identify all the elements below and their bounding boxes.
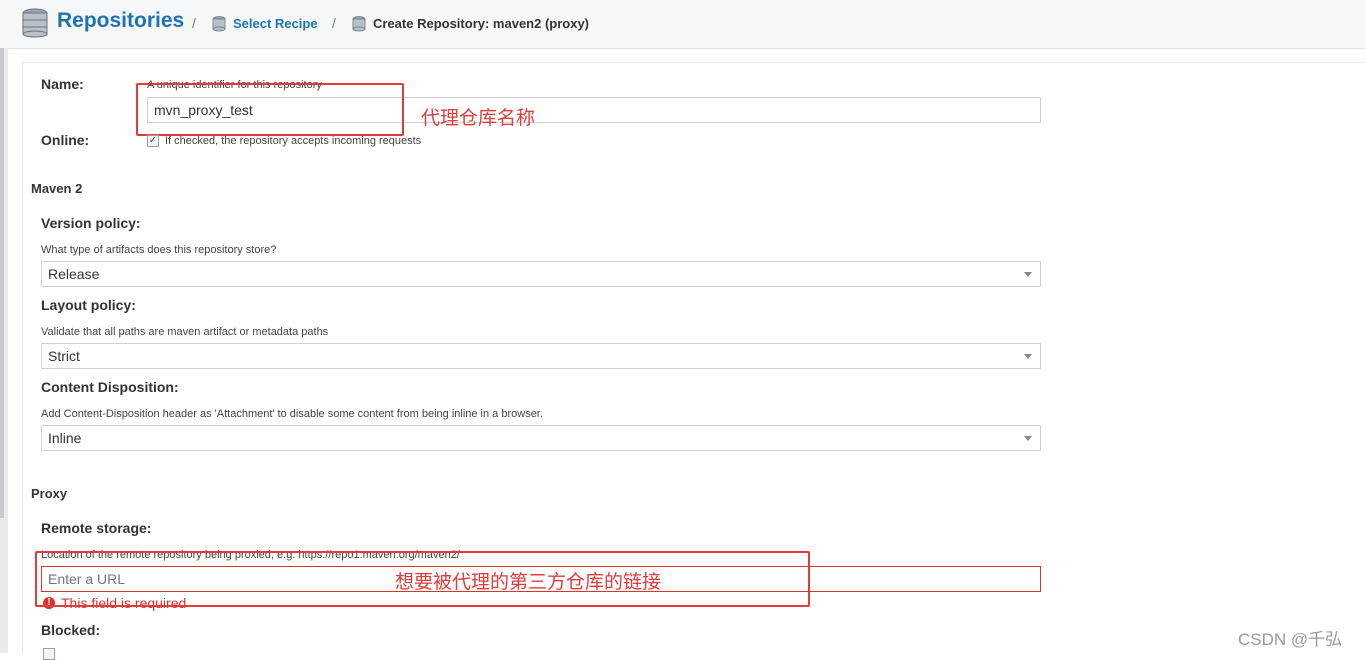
content-disposition-label: Content Disposition: xyxy=(41,379,179,395)
blocked-label: Blocked: xyxy=(41,622,101,638)
version-policy-select[interactable]: Release xyxy=(41,261,1041,287)
chevron-down-icon[interactable] xyxy=(1024,436,1032,441)
blocked-checkbox[interactable] xyxy=(43,648,55,660)
name-annotation-box xyxy=(136,83,404,136)
form-panel-top-border xyxy=(22,62,1365,63)
version-policy-label: Version policy: xyxy=(41,215,141,231)
content-disposition-value: Inline xyxy=(48,430,82,446)
left-scrollbar-thumb[interactable] xyxy=(0,48,4,518)
layout-policy-label: Layout policy: xyxy=(41,297,136,313)
content-disposition-select[interactable]: Inline xyxy=(41,425,1041,451)
form-panel-left-border xyxy=(22,63,23,653)
database-icon xyxy=(352,16,366,32)
breadcrumb-bar xyxy=(0,0,1365,49)
database-icon xyxy=(22,8,48,38)
layout-policy-value: Strict xyxy=(48,348,80,364)
layout-policy-select[interactable]: Strict xyxy=(41,343,1041,369)
watermark: CSDN @千弘 xyxy=(1238,630,1343,649)
remote-storage-annotation-text: 想要被代理的第三方仓库的链接 xyxy=(395,572,662,593)
breadcrumb-separator: / xyxy=(332,15,336,31)
version-policy-help: What type of artifacts does this reposit… xyxy=(41,244,277,256)
breadcrumb-repositories-link[interactable]: Repositories xyxy=(57,9,184,33)
breadcrumb-select-recipe-link[interactable]: Select Recipe xyxy=(233,16,318,31)
maven-section-title: Maven 2 xyxy=(31,181,83,196)
online-label: Online: xyxy=(41,132,90,148)
online-help-text: If checked, the repository accepts incom… xyxy=(165,135,422,147)
content-disposition-help: Add Content-Disposition header as 'Attac… xyxy=(41,408,543,420)
online-checkbox[interactable]: ✓ xyxy=(147,135,159,147)
database-icon xyxy=(212,16,226,32)
layout-policy-help: Validate that all paths are maven artifa… xyxy=(41,326,329,338)
chevron-down-icon[interactable] xyxy=(1024,354,1032,359)
breadcrumb-current-page: Create Repository: maven2 (proxy) xyxy=(373,16,590,31)
proxy-section-title: Proxy xyxy=(31,486,68,501)
chevron-down-icon[interactable] xyxy=(1024,272,1032,277)
version-policy-value: Release xyxy=(48,266,100,282)
remote-storage-label: Remote storage: xyxy=(41,520,152,536)
name-label: Name: xyxy=(41,76,84,92)
breadcrumb-separator: / xyxy=(192,15,196,31)
name-annotation-text: 代理仓库名称 xyxy=(421,108,536,129)
